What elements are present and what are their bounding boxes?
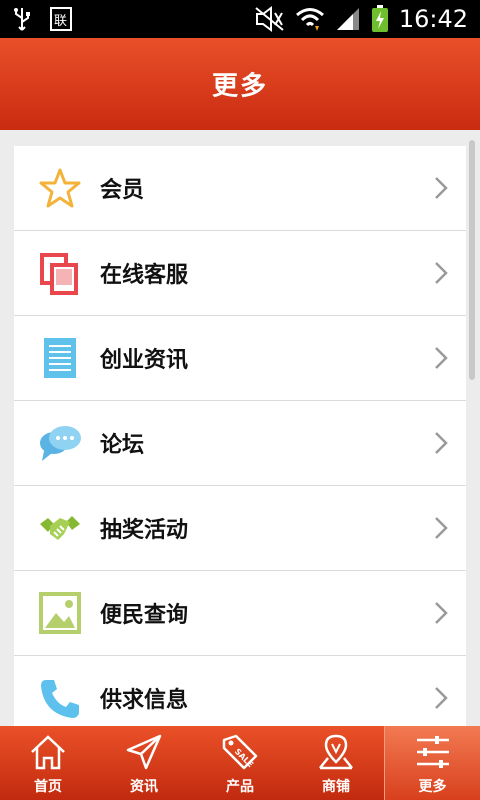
chevron-right-icon	[435, 177, 448, 199]
chevron-right-icon	[435, 602, 448, 624]
nav-label: 首页	[34, 779, 62, 795]
sim-icon: 联	[50, 7, 72, 31]
home-icon	[31, 735, 65, 770]
sale-tag-icon: SALE	[222, 734, 258, 770]
menu-item-label: 会员	[100, 178, 145, 203]
chevron-right-icon	[435, 687, 448, 709]
mute-icon	[255, 6, 284, 32]
menu-item-forum[interactable]: 论坛	[14, 401, 466, 486]
nav-tab-news[interactable]: 资讯	[96, 726, 192, 800]
battery-icon	[371, 5, 388, 32]
phone-icon	[41, 680, 79, 718]
menu-item-label: 供求信息	[100, 688, 189, 713]
status-bar: 联 16:42	[0, 0, 480, 38]
menu-item-label: 抽奖活动	[100, 518, 189, 543]
status-time: 16:42	[398, 5, 468, 33]
nav-label: 更多	[418, 779, 447, 795]
menu-item-business-news[interactable]: 创业资讯	[14, 316, 466, 401]
menu-item-label: 论坛	[100, 433, 145, 458]
chevron-right-icon	[435, 347, 448, 369]
nav-label: 资讯	[130, 779, 158, 795]
sliders-icon	[416, 736, 449, 768]
signal-icon	[336, 8, 359, 30]
document-lines-icon	[44, 338, 76, 378]
paper-plane-icon	[126, 734, 162, 770]
menu-item-label: 便民查询	[100, 603, 189, 628]
picture-icon	[39, 592, 81, 634]
nav-label: 产品	[226, 779, 254, 795]
menu-item-label: 创业资讯	[100, 348, 189, 373]
menu-item-lottery[interactable]: 抽奖活动	[14, 486, 466, 571]
app-header: 更多	[0, 38, 480, 130]
menu-item-convenience-query[interactable]: 便民查询	[14, 571, 466, 656]
bottom-nav: 首页 资讯 SALE 产品 商铺 更多	[0, 726, 480, 800]
svg-text:联: 联	[54, 14, 67, 29]
menu-item-label: 在线客服	[100, 263, 189, 288]
usb-icon	[14, 8, 30, 31]
nav-label: 商铺	[322, 779, 350, 795]
nav-tab-products[interactable]: SALE 产品	[192, 726, 288, 800]
chevron-right-icon	[435, 262, 448, 284]
nav-tab-more[interactable]: 更多	[384, 726, 480, 800]
handshake-icon	[40, 516, 80, 540]
map-pin-icon	[319, 734, 353, 770]
menu-item-online-service[interactable]: 在线客服	[14, 231, 466, 316]
star-icon	[39, 168, 81, 208]
chevron-right-icon	[435, 517, 448, 539]
copy-window-icon	[40, 253, 78, 295]
more-menu-list: 会员 在线客服 创业资讯 论坛 抽奖活动 便民查询 供求信息	[14, 146, 466, 726]
nav-tab-home[interactable]: 首页	[0, 726, 96, 800]
chevron-right-icon	[435, 432, 448, 454]
list-scrollbar[interactable]	[469, 140, 475, 380]
chat-bubbles-icon	[40, 426, 81, 461]
page-title: 更多	[211, 71, 268, 102]
wifi-icon	[295, 8, 324, 31]
nav-tab-shops[interactable]: 商铺	[288, 726, 384, 800]
menu-item-member[interactable]: 会员	[14, 146, 466, 231]
menu-item-supply-demand[interactable]: 供求信息	[14, 656, 466, 726]
